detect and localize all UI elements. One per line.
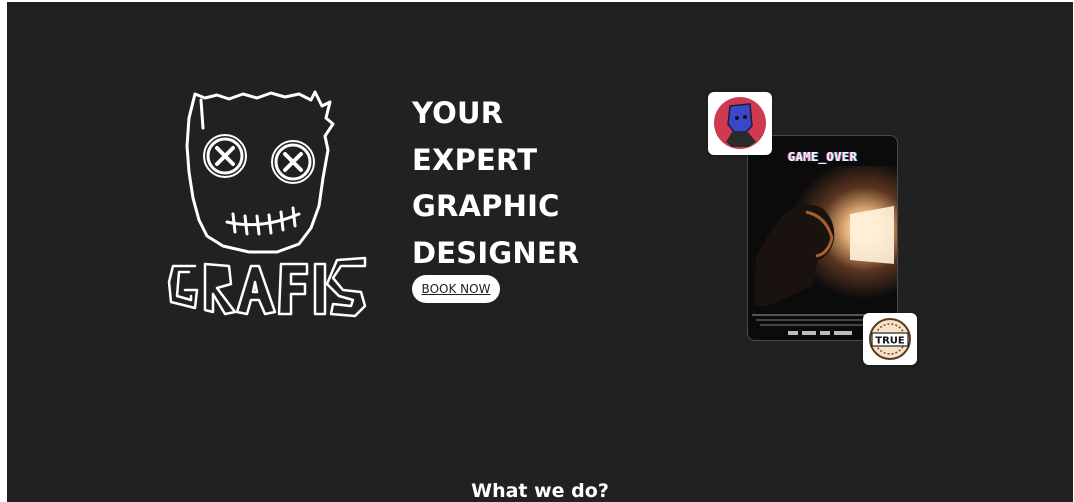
hero-section: YOUR EXPERT GRAPHIC DESIGNER BOOK NOW GA… — [7, 2, 1073, 502]
avatar-badge — [708, 92, 772, 155]
hero-heading: YOUR EXPERT GRAPHIC DESIGNER — [412, 90, 579, 276]
hero-heading-line-4: DESIGNER — [412, 235, 580, 270]
grafis-logo — [167, 90, 367, 318]
hero-heading-line-2: EXPERT — [412, 142, 538, 177]
true-logo-text: TRUE — [875, 336, 905, 347]
true-logo-badge: TRUE — [863, 313, 917, 365]
what-we-do-heading: What we do? — [471, 480, 609, 502]
character-avatar-icon — [714, 97, 766, 149]
book-now-button[interactable]: BOOK NOW — [412, 275, 500, 303]
hero-heading-line-1: YOUR — [412, 96, 504, 130]
true-logo: TRUE — [869, 318, 911, 360]
hero-heading-line-3: GRAPHIC — [412, 189, 560, 223]
game-over-poster: GAME_OVER — [747, 135, 898, 341]
poster-artwork — [748, 166, 897, 335]
